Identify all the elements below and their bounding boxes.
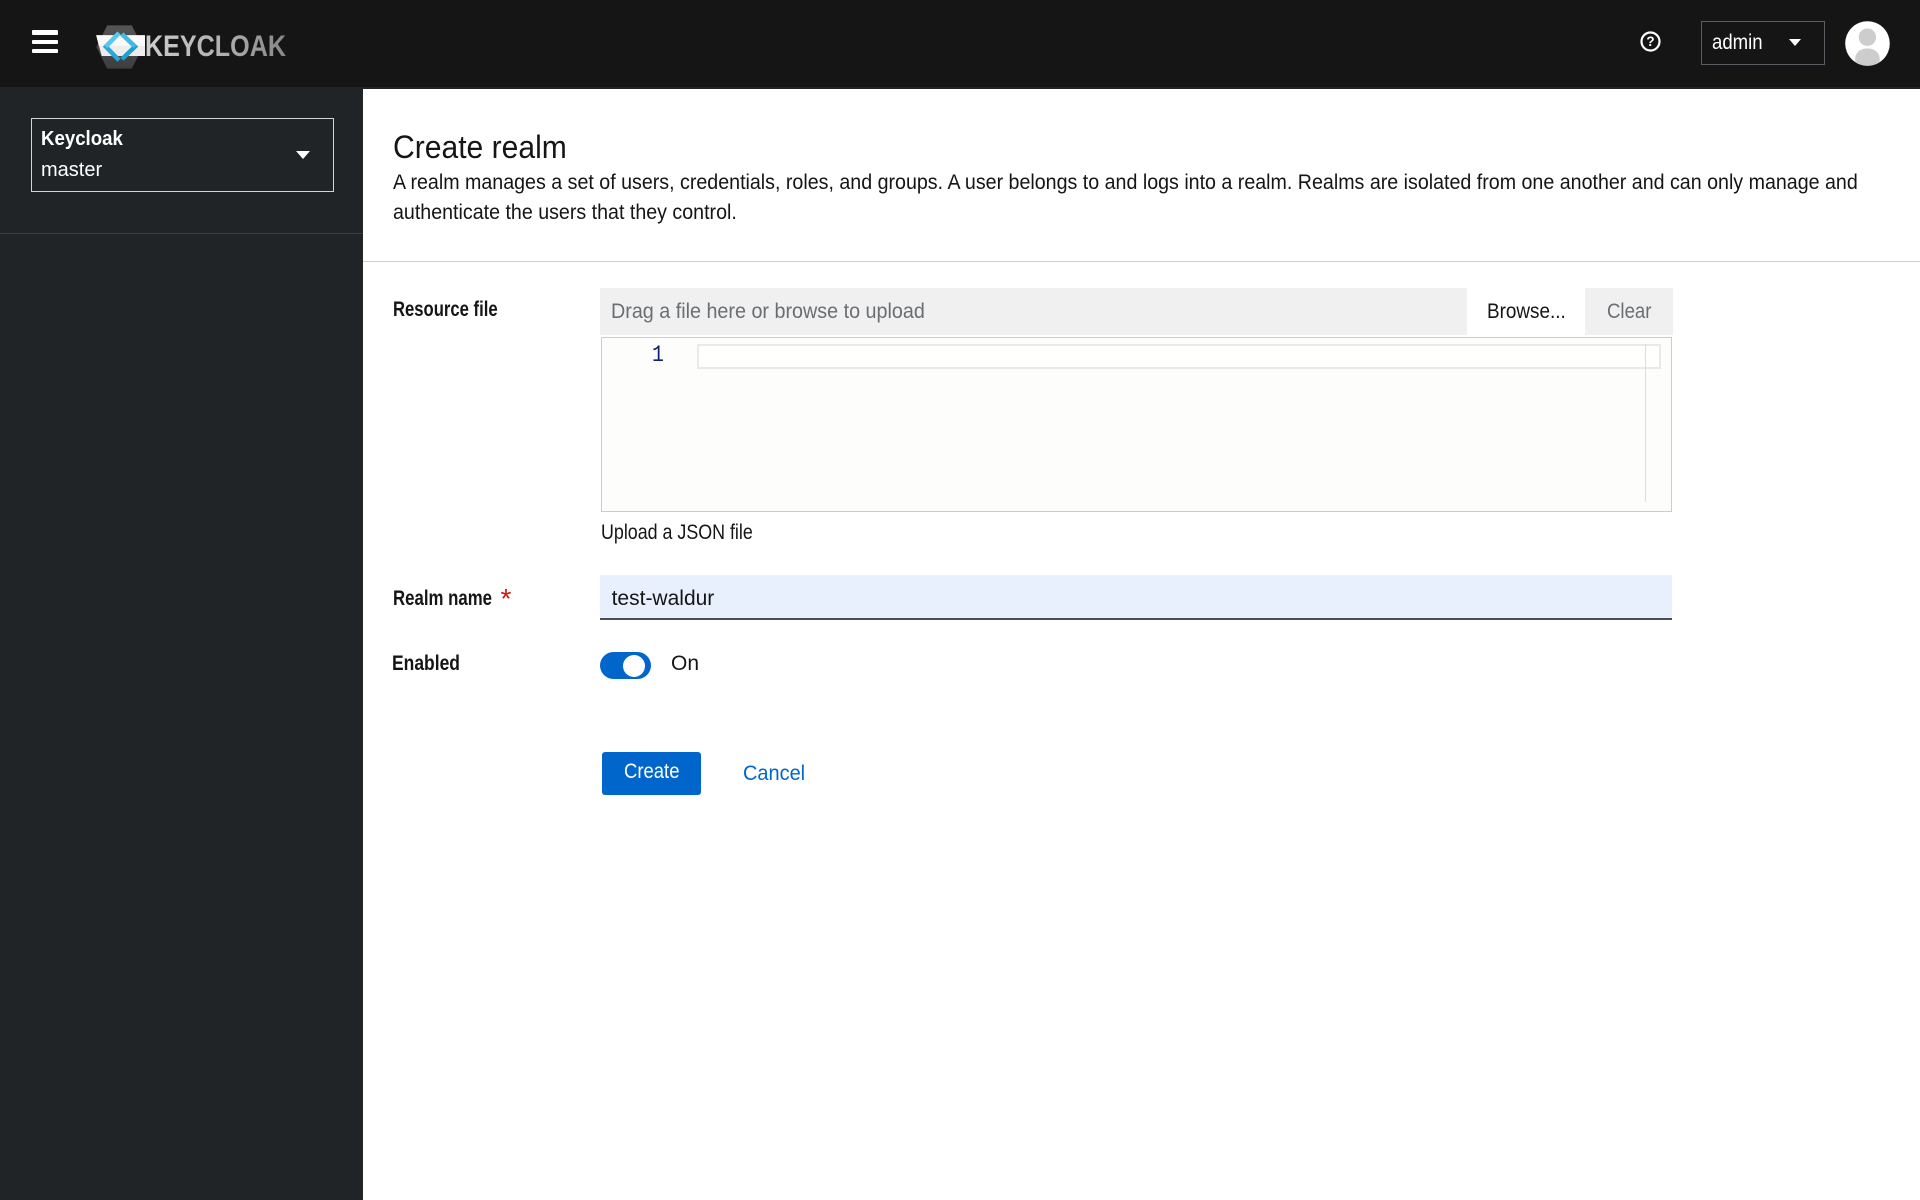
svg-text:?: ? bbox=[1646, 34, 1654, 49]
svg-text:KEYCLOAK: KEYCLOAK bbox=[145, 30, 286, 63]
